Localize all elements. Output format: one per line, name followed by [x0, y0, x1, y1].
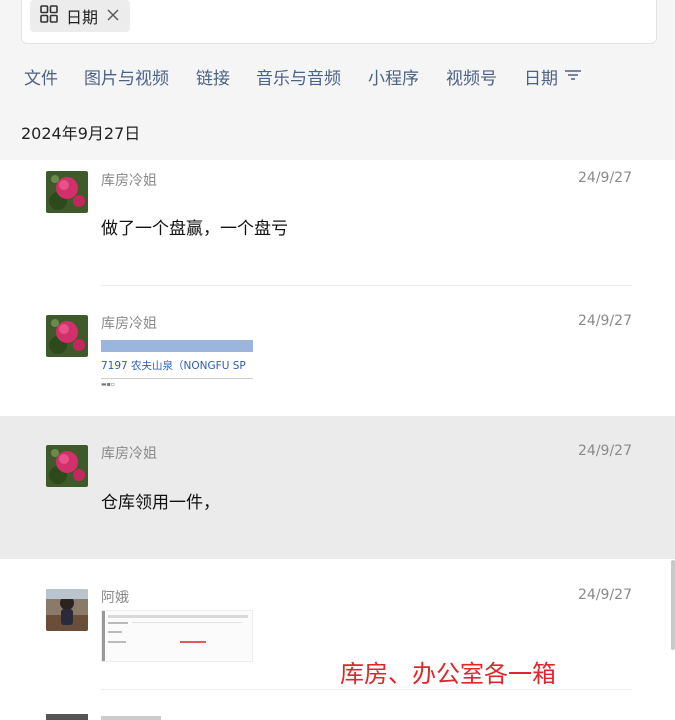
- message-time: 24/9/27: [578, 587, 632, 603]
- link-preview-footer: ▬▪▫: [101, 381, 115, 388]
- tab-mini-programs[interactable]: 小程序: [368, 64, 419, 89]
- tab-music-audio[interactable]: 音乐与音频: [256, 64, 341, 89]
- avatar[interactable]: [46, 445, 88, 487]
- avatar: [46, 714, 88, 720]
- chip-label: 日期: [66, 8, 99, 27]
- tab-links[interactable]: 链接: [196, 64, 230, 89]
- sender-name: 库房冷姐: [101, 446, 157, 462]
- close-icon[interactable]: [106, 7, 120, 26]
- tab-images-videos[interactable]: 图片与视频: [84, 64, 169, 89]
- tab-files[interactable]: 文件: [24, 64, 58, 89]
- search-header: 日期 文件 图片与视频 链接 音乐与音频 小程序 视频号 日期 2024年9月2…: [0, 0, 675, 160]
- image-caption: 库房、办公室各一箱: [340, 660, 556, 688]
- link-preview-header: [101, 340, 253, 352]
- avatar[interactable]: [46, 171, 88, 213]
- category-tabs: 文件 图片与视频 链接 音乐与音频 小程序 视频号 日期: [0, 64, 675, 90]
- message-time: 24/9/27: [578, 170, 632, 186]
- avatar[interactable]: [46, 315, 88, 357]
- avatar[interactable]: [46, 589, 88, 631]
- tab-date[interactable]: 日期: [524, 64, 582, 89]
- tab-channels[interactable]: 视频号: [446, 64, 497, 89]
- list-item[interactable]: 库房冷姐 24/9/27 做了一个盘赢，一个盘亏: [0, 160, 675, 286]
- date-filter-chip[interactable]: 日期: [30, 0, 131, 32]
- tab-date-label: 日期: [524, 69, 558, 89]
- scrollbar[interactable]: [671, 560, 675, 650]
- divider: [101, 378, 253, 379]
- grid-icon: [40, 5, 58, 27]
- list-item[interactable]: 阿娥 24/9/27 库房、办公室各一箱: [0, 560, 675, 690]
- date-heading: 2024年9月27日: [21, 124, 141, 143]
- link-preview-text: 7197 农夫山泉（NONGFU SP: [101, 360, 246, 372]
- list-item[interactable]: 库房冷姐 24/9/27 7197 农夫山泉（NONGFU SP ▬▪▫: [0, 286, 675, 416]
- sender-name: 阿娥: [101, 590, 129, 606]
- link-preview[interactable]: 7197 农夫山泉（NONGFU SP ▬▪▫: [101, 340, 253, 388]
- sender-name: 库房冷姐: [101, 173, 157, 189]
- image-thumbnail[interactable]: [101, 610, 253, 662]
- filter-icon: [564, 67, 582, 87]
- message-text: 做了一个盘赢，一个盘亏: [101, 219, 288, 239]
- search-input[interactable]: 日期: [21, 0, 657, 44]
- message-time: 24/9/27: [578, 443, 632, 459]
- sender-name: 库房冷姐: [101, 316, 157, 332]
- message-time: 24/9/27: [578, 313, 632, 329]
- list-item[interactable]: 库房冷姐 24/9/27 仓库领用一件，: [0, 416, 675, 559]
- divider: [101, 689, 632, 690]
- message-text: 仓库领用一件，: [101, 493, 220, 513]
- sender-name-partial: [101, 716, 161, 720]
